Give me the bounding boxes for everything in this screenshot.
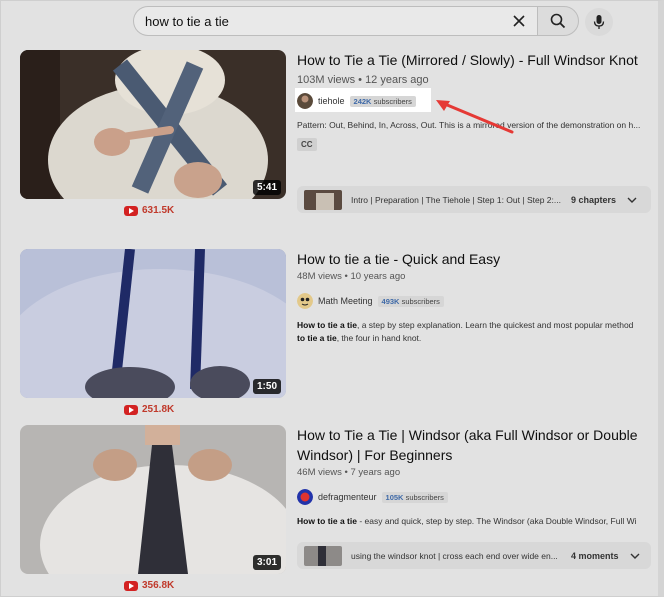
subscriber-badge: 105K subscribers [381,491,448,503]
chapter-thumbnail [304,189,342,210]
channel-name[interactable]: Math Meeting [318,296,373,306]
chapters-text: using the windsor knot | cross each end … [351,550,558,561]
chapters-bar[interactable]: using the windsor knot | cross each end … [297,542,651,569]
video-thumbnail[interactable]: 3:01 [20,425,286,574]
video-duration: 1:50 [252,379,281,394]
video-title[interactable]: How to Tie a Tie (Mirrored / Slowly) - F… [297,50,653,70]
subscriber-badge: 493K subscribers [377,295,444,307]
subscriber-suffix: subscribers [401,296,440,306]
chevron-down-icon[interactable] [629,550,641,562]
annotation-arrow [436,100,514,134]
chapters-text: Intro | Preparation | The Tiehole | Step… [351,194,561,205]
thumbnail-image [20,50,286,199]
chapters-count: 4 moments [571,550,619,561]
channel-avatar[interactable] [297,93,313,109]
video-info: How to Tie a Tie | Windsor (aka Full Win… [297,425,653,569]
youtube-icon [124,205,138,216]
subscriber-count: 105K [385,492,404,502]
youtube-count: 631.5K [142,205,175,216]
search-input[interactable] [145,13,485,29]
video-description: How to tie a tie, a step by step explana… [297,319,653,345]
video-title[interactable]: How to tie a tie - Quick and Easy [297,249,653,269]
chevron-down-icon[interactable] [626,194,638,206]
search-box[interactable] [133,6,537,36]
youtube-count: 356.8K [142,580,175,591]
chapters-count: 9 chapters [571,194,617,205]
channel-avatar[interactable] [297,293,313,309]
channel-name[interactable]: tiehole [318,96,345,106]
video-thumbnail[interactable]: 5:41 [20,50,286,199]
description-text: - easy and quick, step by step. The Wind… [356,516,637,526]
chapters-bar[interactable]: Intro | Preparation | The Tiehole | Step… [297,186,651,213]
chapter-thumbnail [304,545,342,566]
voice-search-button[interactable] [585,8,613,36]
thumbnail-image [20,425,286,574]
clear-icon[interactable] [511,13,527,29]
channel-avatar[interactable] [297,489,313,505]
youtube-icon [124,404,138,415]
description-bold: to tie a tie [297,333,337,343]
video-info: How to tie a tie - Quick and Easy 48M vi… [297,249,653,345]
video-views: 103M views [297,74,356,86]
description-text: , a step by step explanation. Learn the … [356,320,634,330]
video-duration: 3:01 [252,555,281,570]
video-meta: 48M views • 10 years ago [297,271,653,282]
subscriber-suffix: subscribers [405,492,444,502]
search-icon [550,13,566,29]
video-age: 12 years ago [365,74,429,86]
description-bold: How to tie a tie [297,320,357,330]
youtube-count: 251.8K [142,404,175,415]
video-title[interactable]: How to Tie a Tie | Windsor (aka Full Win… [297,425,653,465]
search-button[interactable] [537,6,579,36]
channel-row[interactable]: Math Meeting 493K subscribers [297,293,653,309]
video-thumbnail[interactable]: 1:50 [20,249,286,398]
microphone-icon [593,15,605,29]
video-duration: 5:41 [252,180,281,195]
video-views: 48M views [297,271,342,282]
thumbnail-image [20,249,286,398]
description-text: , the four in hand knot. [336,333,422,343]
youtube-icon [124,580,138,591]
video-description: How to tie a tie - easy and quick, step … [297,515,653,528]
subscriber-count: 493K [381,296,400,306]
video-meta: 103M views • 12 years ago [297,74,653,86]
subscriber-badge: 242K subscribers [349,95,416,107]
description-bold: How to tie a tie [297,516,357,526]
youtube-stat: 631.5K [124,205,174,216]
video-age: 7 years ago [350,467,401,478]
subscriber-suffix: subscribers [373,96,412,106]
search-bar [133,6,579,36]
video-meta: 46M views • 7 years ago [297,467,653,478]
youtube-stat: 251.8K [124,404,174,415]
video-age: 10 years ago [350,271,406,282]
cc-badge: CC [297,138,317,151]
channel-name[interactable]: defragmenteur [318,492,377,502]
youtube-stat: 356.8K [124,580,174,591]
subscriber-count: 242K [353,96,372,106]
video-views: 46M views [297,467,342,478]
channel-row[interactable]: defragmenteur 105K subscribers [297,489,653,505]
